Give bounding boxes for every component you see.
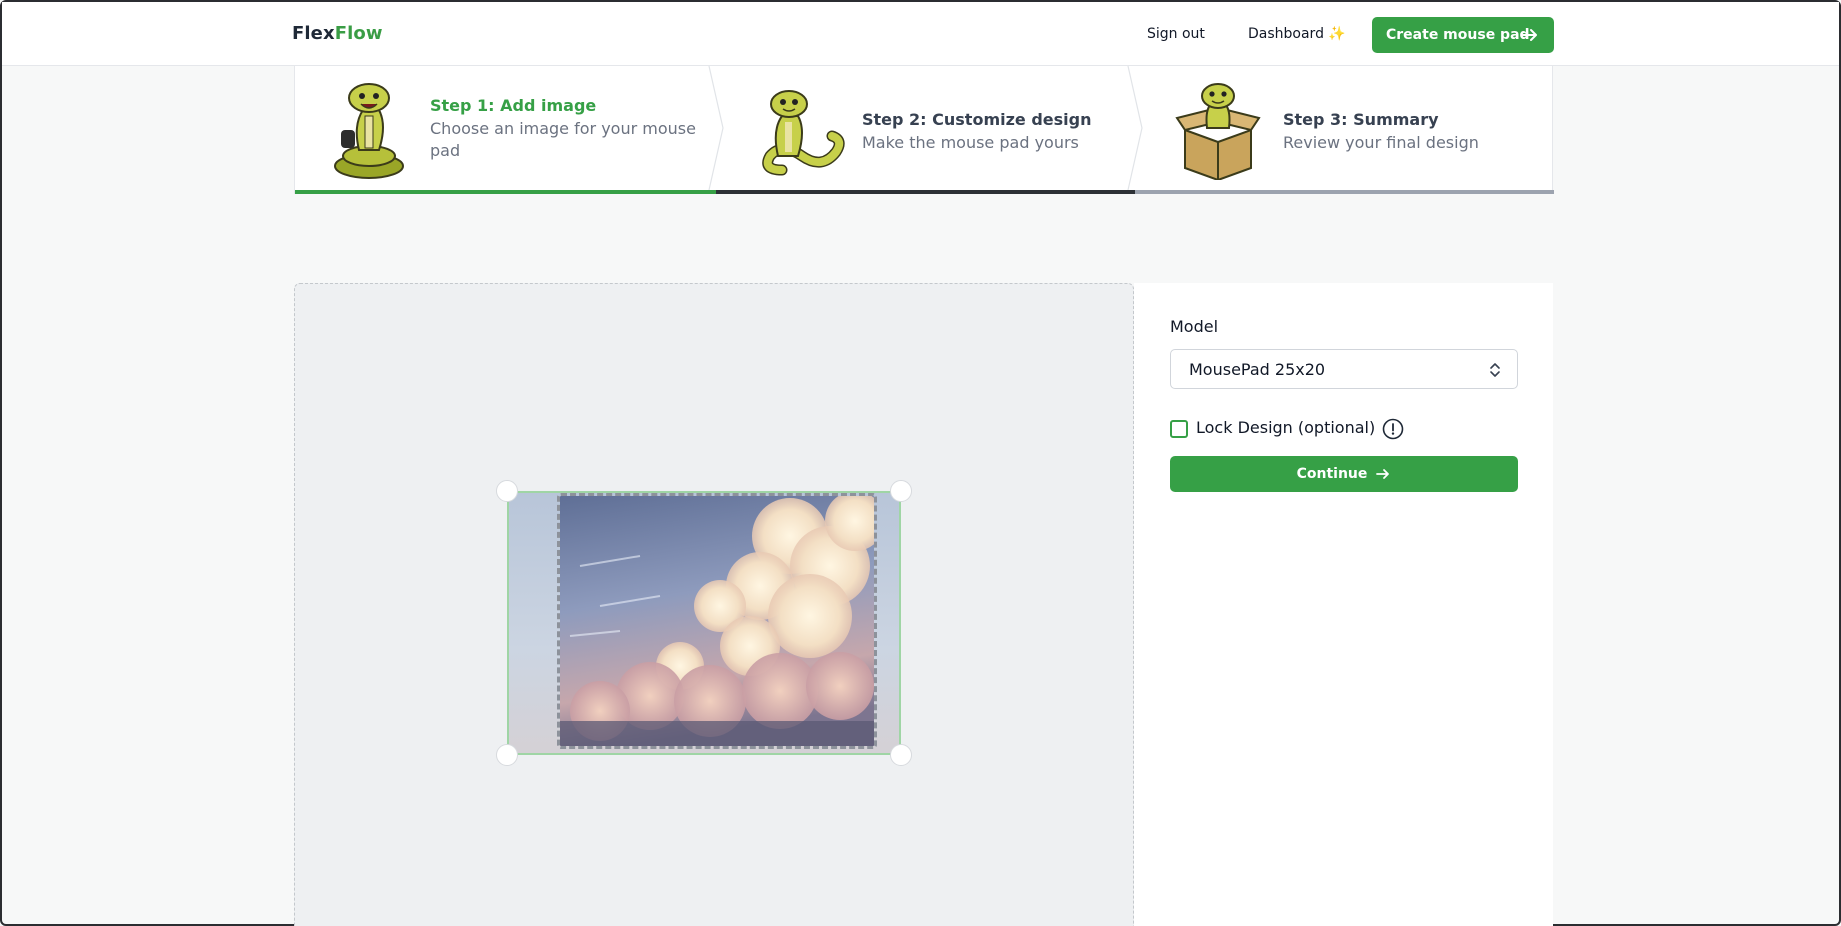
progress-steps: Step 1: Add image Choose an image for yo… [294, 66, 1554, 194]
mouse-pad-preview[interactable] [496, 480, 912, 766]
sky-clouds-image [560, 496, 874, 746]
info-icon[interactable] [1382, 418, 1404, 440]
step-1-title: Step 1: Add image [430, 96, 597, 115]
step-divider-chevron [1127, 66, 1143, 190]
lock-design-label[interactable]: Lock Design (optional) [1196, 418, 1375, 437]
arrow-right-icon [1522, 29, 1537, 41]
lock-design-checkbox[interactable] [1170, 420, 1188, 438]
step-divider-chevron [708, 66, 724, 190]
resize-handle-bottom-right[interactable] [890, 744, 912, 766]
continue-button[interactable]: Continue [1170, 456, 1518, 492]
step-customize-design[interactable]: Step 2: Customize design Make the mouse … [716, 66, 1143, 194]
design-canvas[interactable] [294, 283, 1134, 926]
continue-label: Continue [1296, 466, 1368, 482]
top-navbar: FlexFlow Sign out Dashboard ✨ Create mous… [2, 2, 1839, 66]
arrow-right-icon [1376, 469, 1390, 479]
chevron-up-down-icon [1490, 363, 1500, 377]
step-summary[interactable]: Step 3: Summary Review your final design [1135, 66, 1554, 194]
options-panel: Model MousePad 25x20 Lock Design (option… [1134, 283, 1553, 926]
brand-logo[interactable]: FlexFlow [292, 23, 383, 44]
cobra-mascot-icon [334, 83, 404, 179]
step-1-progress-bar [295, 190, 716, 194]
step-3-progress-bar [1135, 190, 1554, 194]
uploaded-image-frame[interactable] [557, 493, 877, 749]
create-mouse-pad-button[interactable]: Create mouse pad [1372, 17, 1554, 53]
cobra-mascot-icon [762, 90, 845, 176]
step-add-image[interactable]: Step 1: Add image Choose an image for yo… [295, 66, 724, 194]
sign-out-link[interactable]: Sign out [1147, 26, 1205, 42]
model-select[interactable]: MousePad 25x20 [1170, 349, 1518, 389]
step-2-progress-bar [716, 190, 1135, 194]
dashboard-link[interactable]: Dashboard ✨ [1248, 26, 1345, 42]
resize-handle-top-right[interactable] [890, 480, 912, 502]
step-3-title: Step 3: Summary [1283, 110, 1439, 129]
resize-handle-bottom-left[interactable] [496, 744, 518, 766]
dashboard-label: Dashboard [1248, 26, 1324, 42]
cobra-in-box-mascot-icon [1175, 83, 1261, 180]
model-select-value: MousePad 25x20 [1189, 360, 1326, 379]
step-2-description: Make the mouse pad yours [862, 133, 1079, 152]
step-2-title: Step 2: Customize design [862, 110, 1092, 129]
step-1-description: Choose an image for your mouse pad [430, 119, 696, 160]
sparkle-icon: ✨ [1327, 26, 1346, 42]
step-3-description: Review your final design [1283, 133, 1479, 152]
create-mouse-pad-label: Create mouse pad [1386, 27, 1530, 43]
resize-handle-top-left[interactable] [496, 480, 518, 502]
model-label: Model [1170, 317, 1219, 336]
